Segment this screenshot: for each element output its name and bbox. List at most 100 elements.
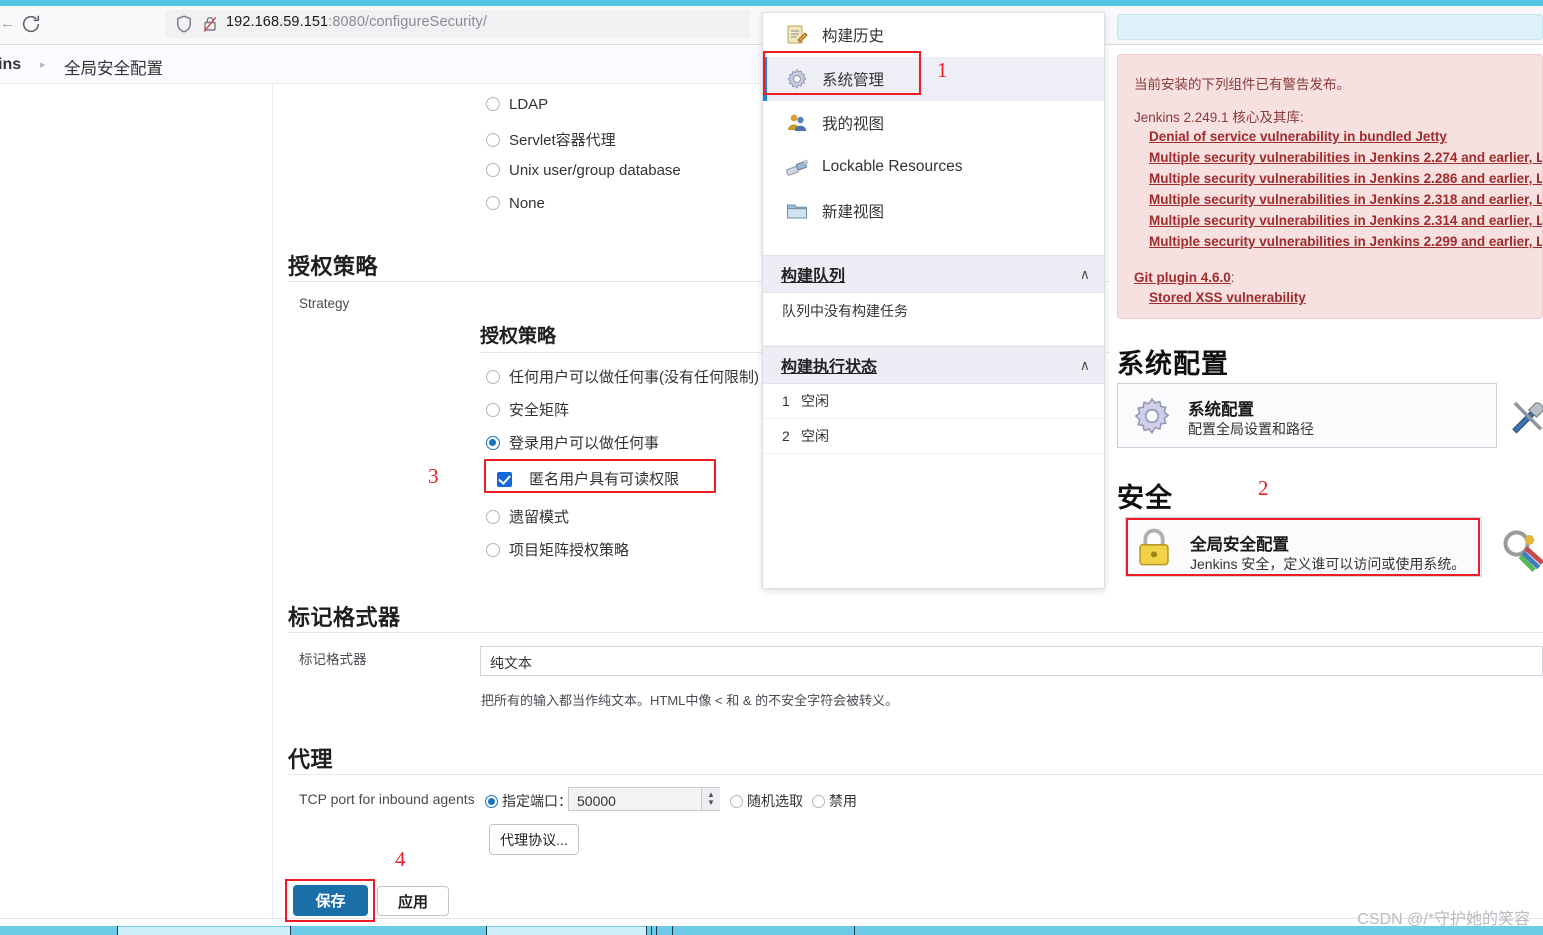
menu-item-label: 我的视图	[822, 116, 885, 133]
radio-logged-in-users-can-do-anything[interactable]: 登录用户可以做任何事	[486, 432, 659, 453]
annotation-number-4: 4	[395, 847, 406, 871]
radio-label: 遗留模式	[509, 509, 570, 526]
annotation-box-2	[1126, 518, 1480, 576]
back-arrow-icon[interactable]: ←	[0, 16, 15, 31]
radio-label: 禁用	[829, 793, 857, 809]
taskbar-divider	[486, 926, 487, 935]
build-queue-empty-text: 队列中没有构建任务	[782, 302, 908, 319]
build-queue-title: 构建队列	[781, 268, 846, 285]
warning-link[interactable]: Multiple security vulnerabilities in Jen…	[1149, 234, 1542, 249]
taskbar-divider	[117, 926, 118, 935]
radio-disable-port[interactable]: 禁用	[812, 791, 857, 811]
build-history-icon	[785, 23, 809, 47]
radio-servlet-container[interactable]: Servlet容器代理	[486, 129, 616, 150]
build-executor-title: 构建执行状态	[781, 359, 878, 376]
warning-link[interactable]: Multiple security vulnerabilities in Jen…	[1149, 150, 1542, 165]
markup-formatter-value: 纯文本	[490, 655, 532, 671]
gear-icon	[1130, 394, 1174, 438]
people-icon	[785, 111, 809, 135]
label-strategy: Strategy	[299, 296, 350, 311]
warning-link[interactable]: Denial of service vulnerability in bundl…	[1149, 129, 1447, 144]
chevron-up-icon[interactable]: ∧	[1080, 266, 1090, 283]
reload-icon[interactable]	[20, 13, 42, 35]
folder-icon	[785, 199, 809, 223]
stepper-down-icon[interactable]: ▼	[707, 799, 715, 807]
menu-item-label: 构建历史	[822, 28, 885, 45]
subsection-title-authorization: 授权策略	[480, 326, 557, 347]
radio-random-port[interactable]: 随机选取	[730, 791, 803, 811]
menu-item-lockable-resources[interactable]: Lockable Resources	[763, 145, 1104, 189]
radio-indicator	[485, 795, 498, 808]
section-divider	[288, 632, 1543, 633]
build-queue-empty-row: 队列中没有构建任务	[763, 293, 1104, 328]
radio-label: None	[509, 195, 545, 212]
radio-fixed-port[interactable]: 指定端口：	[485, 791, 572, 811]
radio-indicator	[486, 133, 500, 147]
markup-formatter-select[interactable]: 纯文本	[480, 646, 1543, 676]
menu-item-label: Lockable Resources	[822, 158, 963, 175]
info-banner	[1117, 14, 1543, 40]
radio-indicator	[486, 543, 500, 557]
build-queue-header[interactable]: 构建队列 ∧	[763, 255, 1104, 293]
url-path: :8080/configureSecurity/	[328, 14, 487, 30]
security-warning-panel: 当前安装的下列组件已有警告发布。 Jenkins 2.249.1 核心及其库: …	[1117, 54, 1543, 319]
chevron-up-icon[interactable]: ∧	[1080, 357, 1090, 374]
radio-unix-user-group[interactable]: Unix user/group database	[486, 162, 681, 179]
menu-item-my-views[interactable]: 我的视图	[763, 101, 1104, 145]
annotation-box-1	[763, 51, 921, 95]
build-executor-header[interactable]: 构建执行状态 ∧	[763, 346, 1104, 384]
agent-protocols-button[interactable]: 代理协议...	[489, 824, 579, 855]
radio-matrix-security[interactable]: 安全矩阵	[486, 399, 569, 420]
warning-link[interactable]: Multiple security vulnerabilities in Jen…	[1149, 192, 1542, 207]
section-title-agents: 代理	[288, 747, 334, 772]
warning-core-label: Jenkins 2.249.1 核心及其库:	[1134, 110, 1304, 125]
executor-row[interactable]: 2 空闲	[763, 419, 1104, 454]
warning-link[interactable]: Multiple security vulnerabilities in Jen…	[1149, 213, 1542, 228]
taskbar-window[interactable]	[486, 927, 646, 935]
radio-indicator	[486, 403, 500, 417]
apply-button[interactable]: 应用	[377, 886, 449, 916]
tcp-port-value: 50000	[577, 793, 616, 809]
warning-link[interactable]: Stored XSS vulnerability	[1149, 290, 1306, 305]
label-markup-formatter: 标记格式器	[299, 652, 367, 667]
executor-number: 1	[782, 393, 790, 409]
executor-row[interactable]: 1 空闲	[763, 384, 1104, 419]
annotation-number-1: 1	[937, 58, 948, 82]
menu-item-new-view[interactable]: 新建视图	[763, 189, 1104, 233]
breadcrumb-root[interactable]: ins	[0, 56, 21, 74]
executor-status: 空闲	[801, 428, 829, 444]
tcp-port-input[interactable]: 50000	[568, 787, 720, 811]
annotation-number-2: 2	[1258, 476, 1269, 500]
radio-anyone-can-do-anything[interactable]: 任何用户可以做任何事(没有任何限制)	[486, 366, 759, 387]
radio-indicator	[486, 97, 500, 111]
url-host: 192.168.59.151	[226, 14, 329, 30]
url-text: 192.168.59.151:8080/configureSecurity/	[226, 14, 487, 30]
executor-status: 空闲	[801, 393, 829, 409]
tools-icon	[1506, 396, 1543, 438]
taskbar-divider	[651, 926, 652, 935]
section-title-markup-formatter: 标记格式器	[288, 605, 401, 630]
shield-icon[interactable]	[176, 15, 192, 33]
section-divider	[288, 774, 1543, 775]
radio-none[interactable]: None	[486, 195, 545, 212]
content-left-divider	[272, 84, 273, 920]
warning-plugin-label[interactable]: Git plugin 4.6.0	[1134, 270, 1231, 285]
radio-indicator	[486, 436, 500, 450]
markup-formatter-help: 把所有的输入都当作纯文本。HTML中像 < 和 & 的不安全字符会被转义。	[481, 693, 899, 708]
radio-label: 随机选取	[747, 793, 803, 809]
radio-legacy-mode[interactable]: 遗留模式	[486, 506, 569, 527]
lock-slash-icon[interactable]	[202, 15, 218, 33]
heading-system-configuration: 系统配置	[1117, 349, 1229, 379]
keys-icon	[1500, 526, 1543, 574]
heading-security: 安全	[1117, 483, 1173, 513]
annotation-box-3	[484, 459, 716, 493]
card-title-system-configuration: 系统配置	[1188, 401, 1254, 419]
radio-ldap[interactable]: LDAP	[486, 96, 548, 113]
menu-item-label: 新建视图	[822, 204, 885, 221]
tcp-port-stepper[interactable]: ▲ ▼	[701, 788, 720, 810]
radio-label: 项目矩阵授权策略	[509, 542, 630, 559]
radio-indicator	[486, 370, 500, 384]
warning-link[interactable]: Multiple security vulnerabilities in Jen…	[1149, 171, 1542, 186]
taskbar-window[interactable]	[117, 927, 290, 935]
radio-project-matrix-strategy[interactable]: 项目矩阵授权策略	[486, 539, 629, 560]
